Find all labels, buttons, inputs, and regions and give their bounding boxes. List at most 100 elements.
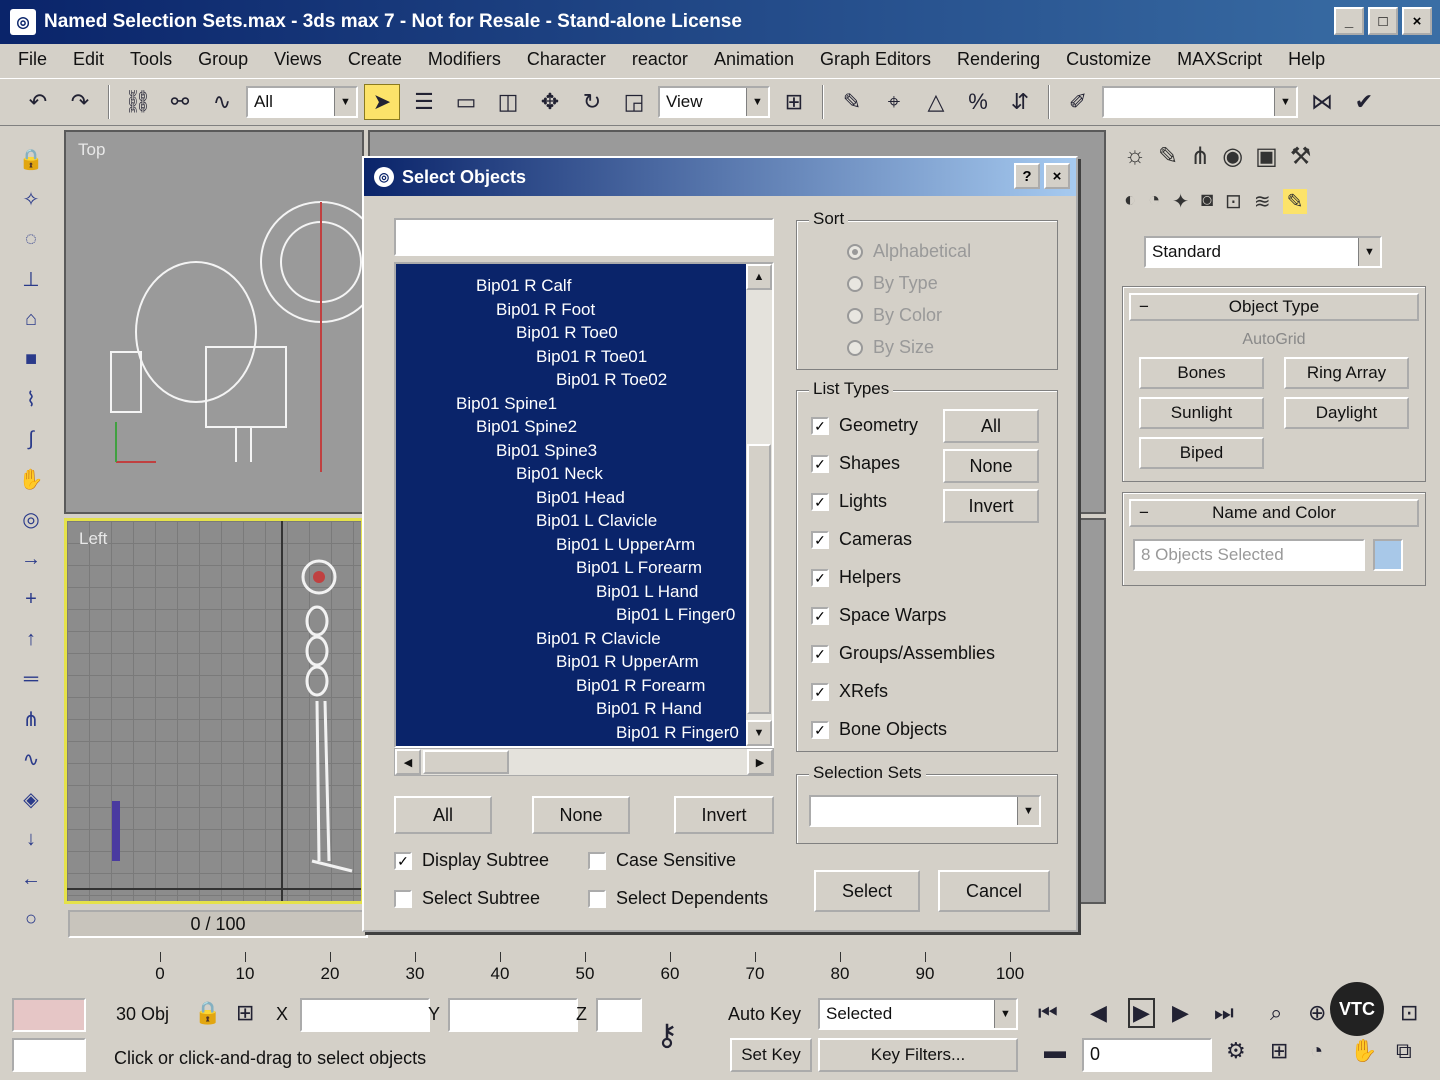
ring-array-button[interactable]: Ring Array [1284,357,1409,389]
object-list-item[interactable]: Bip01 Neck [516,462,603,485]
key-mode-toggle-icon[interactable]: ▬ [1044,1038,1066,1064]
list-vertical-scrollbar[interactable]: ▲ ▼ [746,264,772,746]
scroll-down-icon[interactable]: ▼ [746,720,772,746]
ruler-icon[interactable]: ═ [14,662,48,696]
helper-icon[interactable]: ⌂ [14,302,48,336]
viewport-label-top[interactable]: Top [78,140,105,160]
left-viewport[interactable]: Left [64,518,364,904]
object-list-item[interactable]: Bip01 Spine1 [456,392,557,415]
list-type-helpers-checkbox[interactable]: ✓ Helpers [811,567,901,588]
sunlight-button[interactable]: Sunlight [1139,397,1264,429]
select-by-name-icon[interactable]: ☰ [406,84,442,120]
bind-spacewarp-icon[interactable]: ∿ [204,84,240,120]
menu-tools[interactable]: Tools [130,49,172,70]
lights-icon[interactable]: ✦ [1172,189,1189,214]
go-to-start-icon[interactable]: ⏮ [1038,1000,1058,1026]
object-color-swatch[interactable] [1373,539,1403,571]
object-list[interactable]: Bip01 R Calf Bip01 R Foot Bip01 R Toe0 Bip0… [394,262,774,748]
key-filters-button[interactable]: Key Filters... [818,1038,1018,1072]
hierarchy-tab-icon[interactable]: ⋔ [1190,142,1210,171]
menu-animation[interactable]: Animation [714,49,794,70]
pin-icon[interactable]: ⊥ [14,262,48,296]
path-icon[interactable]: ∫ [14,422,48,456]
create-tab-icon[interactable]: ☼ [1124,142,1146,171]
menu-reactor[interactable]: reactor [632,49,688,70]
undo-icon[interactable]: ↶ [20,84,56,120]
list-type-groups-checkbox[interactable]: ✓ Groups/Assemblies [811,643,995,664]
link-icon[interactable]: ⛓ [120,84,156,120]
zoom-icon[interactable]: ⌕ [1270,1000,1282,1026]
named-selection-sets-dropdown[interactable]: ▼ [1102,86,1298,118]
x-coord-field[interactable] [300,998,430,1032]
menu-file[interactable]: File [18,49,47,70]
list-type-bone-objects-checkbox[interactable]: ✓ Bone Objects [811,719,947,740]
zoom-extents-icon[interactable]: ⊡ [1400,1000,1418,1026]
snap-toggle-icon[interactable]: ⌖ [876,84,912,120]
category-dropdown[interactable]: Standard ▼ [1144,236,1382,268]
space-warps-icon[interactable]: ≋ [1254,189,1271,214]
name-color-rollout-header[interactable]: − Name and Color [1129,499,1419,527]
scroll-thumb[interactable] [423,750,509,774]
plus-icon[interactable]: + [14,582,48,616]
menu-views[interactable]: Views [274,49,322,70]
list-all-button[interactable]: All [394,796,492,834]
spinner-snap-icon[interactable]: ⇵ [1002,84,1038,120]
selection-filter-dropdown[interactable]: All ▼ [246,86,358,118]
maxscript-listener-swatch[interactable] [12,998,86,1032]
dialog-close-button[interactable]: × [1044,163,1070,189]
menu-maxscript[interactable]: MAXScript [1177,49,1262,70]
object-list-item[interactable]: Bip01 L Hand [596,580,698,603]
light-icon[interactable]: ✧ [14,182,48,216]
scroll-left-icon[interactable]: ◀ [395,749,421,775]
orbit-icon[interactable]: ◌ [14,222,48,256]
lock-selection-icon[interactable]: 🔒 [194,1000,221,1026]
move-icon[interactable]: ✥ [532,84,568,120]
daylight-button[interactable]: Daylight [1284,397,1409,429]
edit-named-selection-icon[interactable]: ✐ [1060,84,1096,120]
timeline-track[interactable]: 0 10 20 30 40 50 60 70 80 90 100 [100,942,1060,992]
play-icon[interactable]: ▶ [1128,998,1155,1028]
selection-sets-dropdown[interactable]: ▼ [809,795,1041,827]
field-of-view-icon[interactable]: ◔ [1310,1038,1323,1064]
object-list-item[interactable]: Bip01 R Hand [596,697,702,720]
pivot-center-icon[interactable]: ⊞ [776,84,812,120]
up-arrow-icon[interactable]: ↑ [14,622,48,656]
object-list-item[interactable]: Bip01 R Clavicle [536,627,661,650]
object-list-item[interactable]: Bip01 R UpperArm [556,650,699,673]
list-type-geometry-checkbox[interactable]: ✓ Geometry [811,415,918,436]
sort-by-type-radio[interactable]: By Type [847,273,938,294]
go-to-end-icon[interactable]: ⏭ [1214,1000,1234,1026]
object-search-input[interactable] [394,218,774,256]
absolute-mode-icon[interactable]: ⊞ [236,1000,254,1026]
arrow-down-icon[interactable]: ↓ [14,822,48,856]
dialog-help-button[interactable]: ? [1014,163,1040,189]
menu-help[interactable]: Help [1288,49,1325,70]
select-button[interactable]: Select [814,870,920,912]
circle-icon[interactable]: ○ [14,902,48,936]
align-icon[interactable]: ✔ [1346,84,1382,120]
object-list-item[interactable]: Bip01 R Foot [496,298,595,321]
pan-view-icon[interactable]: ✋ [1350,1038,1377,1064]
sort-by-color-radio[interactable]: By Color [847,305,942,326]
scroll-right-icon[interactable]: ▶ [747,749,773,775]
scale-icon[interactable]: ◲ [616,84,652,120]
time-slider[interactable]: 0 / 100 [68,910,368,938]
select-object-icon[interactable]: ➤ [364,84,400,120]
list-types-none-button[interactable]: None [943,449,1039,483]
menu-character[interactable]: Character [527,49,606,70]
list-type-space-warps-checkbox[interactable]: ✓ Space Warps [811,605,946,626]
list-type-shapes-checkbox[interactable]: ✓ Shapes [811,453,900,474]
select-subtree-checkbox[interactable]: Select Subtree [394,888,540,909]
menu-modifiers[interactable]: Modifiers [428,49,501,70]
list-types-all-button[interactable]: All [943,409,1039,443]
object-list-item[interactable]: Bip01 L Finger0 [616,603,735,626]
key-mode-dropdown[interactable]: Selected ▼ [818,998,1018,1030]
region-zoom-icon[interactable]: ⊞ [1270,1038,1288,1064]
modify-tab-icon[interactable]: ✎ [1158,142,1178,171]
angle-snap-icon[interactable]: △ [918,84,954,120]
scroll-up-icon[interactable]: ▲ [746,264,772,290]
object-list-item[interactable]: Bip01 R Toe01 [536,345,647,368]
object-list-item[interactable]: Bip01 Head [536,486,625,509]
geometry-icon[interactable]: ◐ [1124,189,1136,214]
rotate-icon[interactable]: ↻ [574,84,610,120]
